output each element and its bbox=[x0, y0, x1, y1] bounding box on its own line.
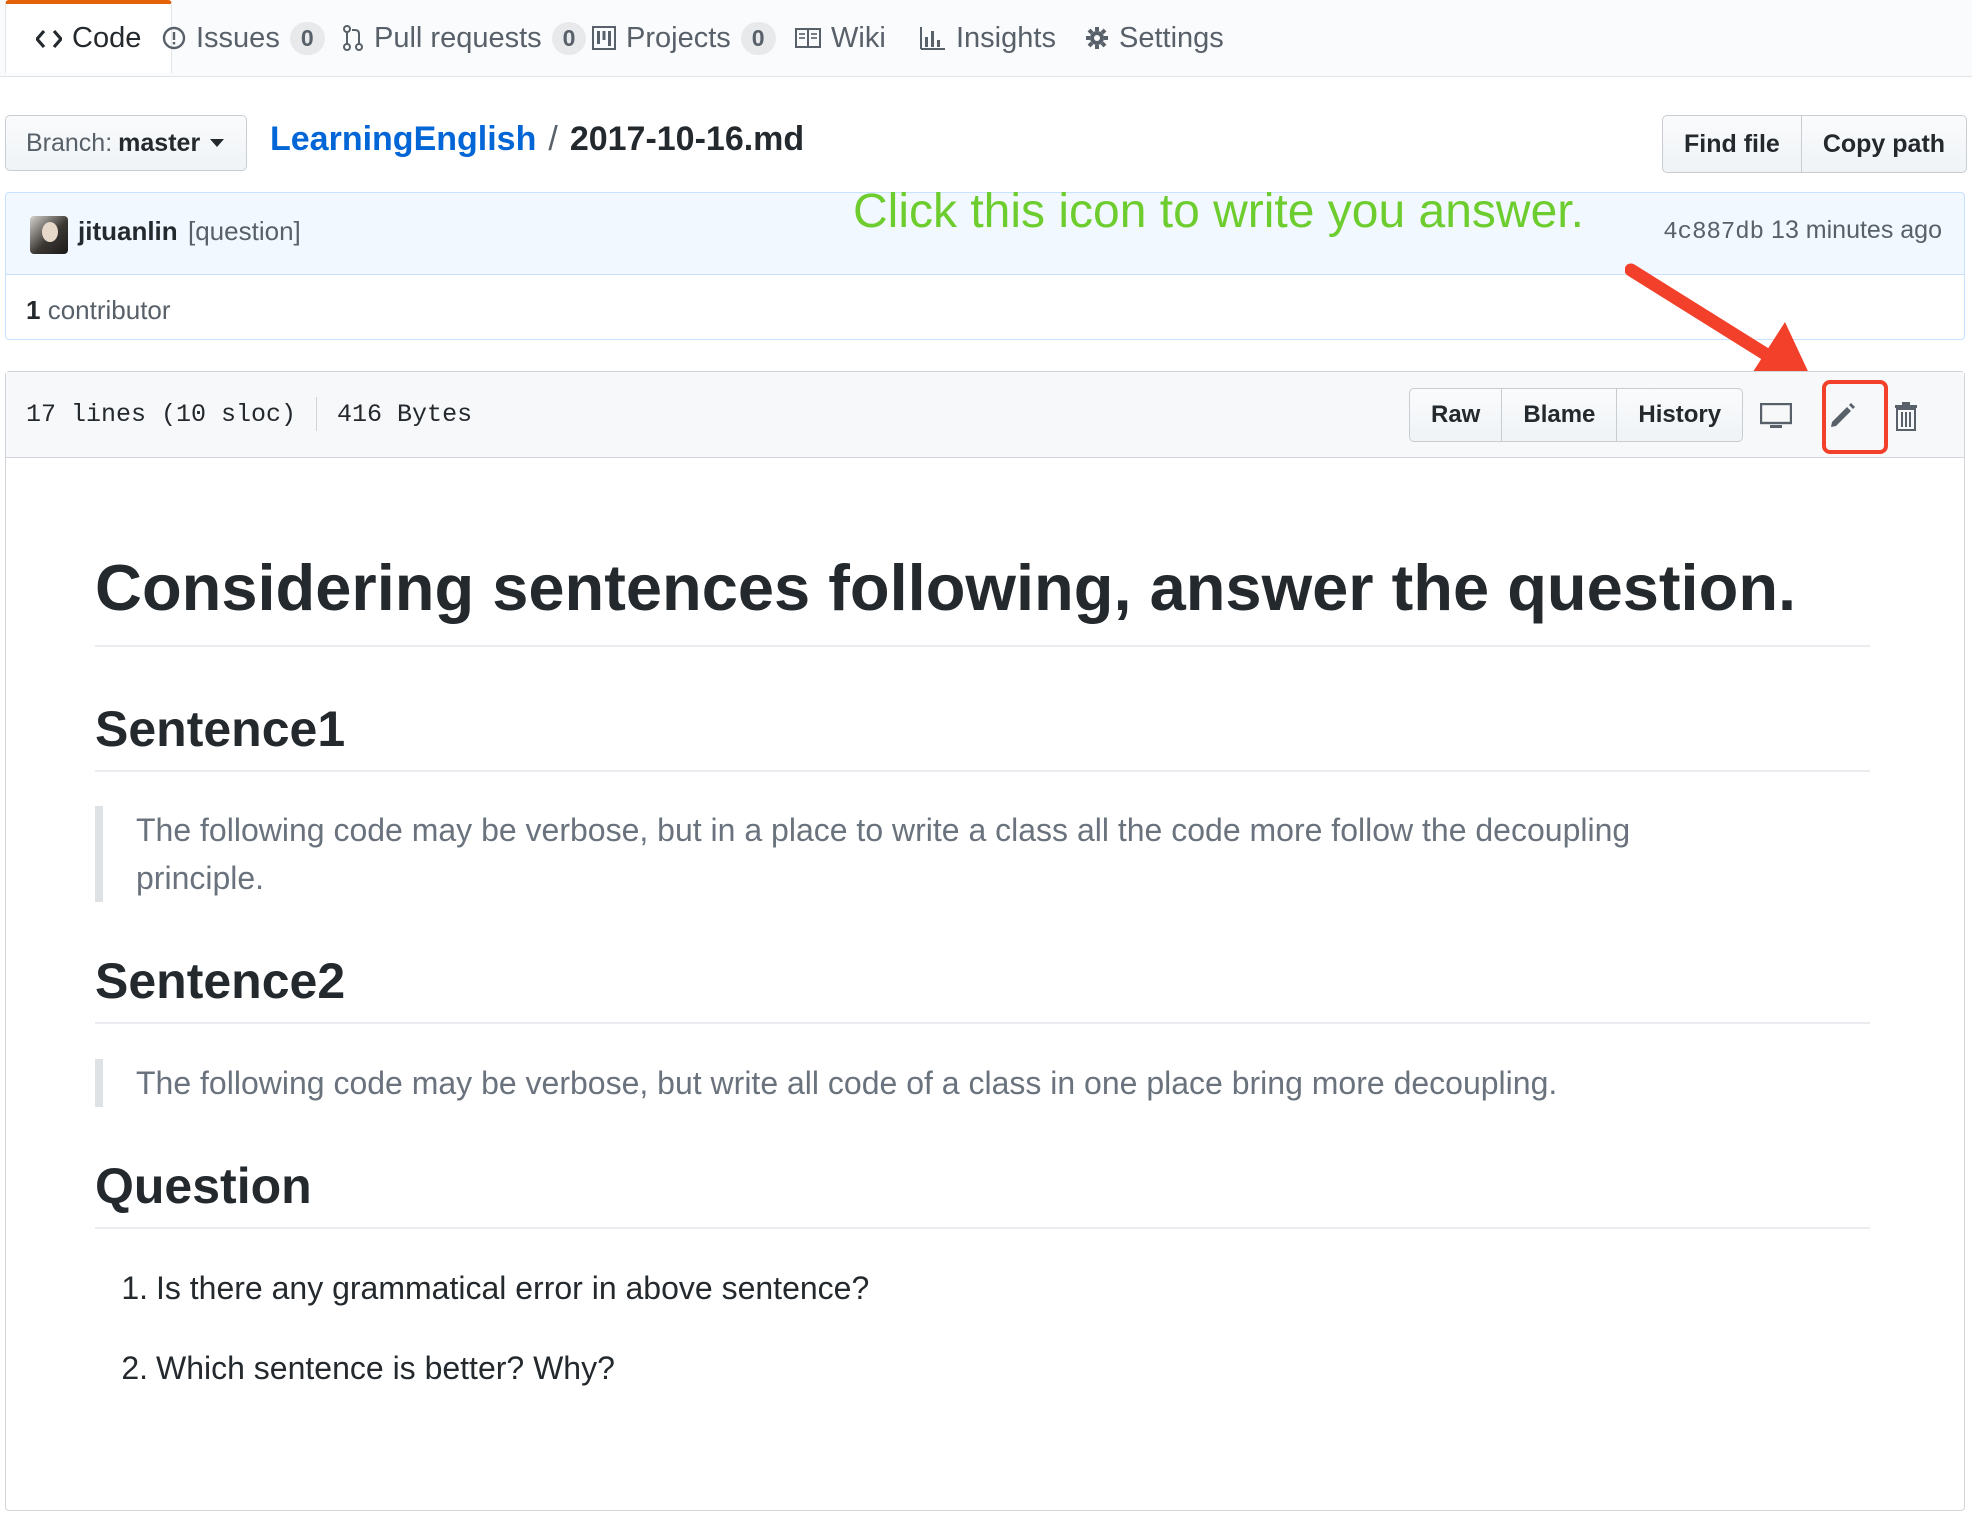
tab-wiki-label: Wiki bbox=[831, 21, 886, 54]
commit-sha-link[interactable]: 4c887db bbox=[1663, 219, 1764, 246]
commit-time: 13 minutes ago bbox=[1771, 216, 1942, 244]
project-icon bbox=[592, 26, 616, 50]
issues-counter: 0 bbox=[289, 21, 325, 55]
breadcrumb-file-name: 2017-10-16.md bbox=[569, 120, 805, 158]
sentence2-heading: Sentence2 bbox=[95, 950, 1870, 1024]
graph-icon bbox=[920, 26, 946, 50]
breadcrumb: LearningEnglish / 2017-10-16.md bbox=[270, 120, 804, 159]
tab-insights-label: Insights bbox=[956, 21, 1056, 54]
sentence2-blockquote: The following code may be verbose, but w… bbox=[95, 1059, 1795, 1107]
contributor-count: 1 bbox=[26, 295, 41, 325]
sentence1-heading: Sentence1 bbox=[95, 698, 1870, 772]
content-title: Considering sentences following, answer … bbox=[95, 548, 1870, 647]
tab-code[interactable]: Code bbox=[5, 0, 173, 73]
contributor-label: contributor bbox=[47, 295, 171, 325]
pull-request-icon bbox=[342, 24, 364, 52]
list-item-text: Is there any grammatical error in above … bbox=[156, 1270, 870, 1306]
branch-name: master bbox=[118, 128, 201, 157]
question-heading: Question bbox=[95, 1155, 1870, 1229]
commit-meta: 4c887db 13 minutes ago bbox=[1663, 216, 1942, 246]
gear-icon bbox=[1085, 26, 1109, 50]
pencil-icon-highlight bbox=[1822, 380, 1888, 454]
repo-tab-nav: Code Issues 0 Pull requests 0 Projects 0… bbox=[0, 0, 1972, 77]
tab-settings[interactable]: Settings bbox=[1085, 0, 1224, 76]
avatar[interactable] bbox=[30, 216, 68, 254]
trashcan-icon[interactable] bbox=[1886, 398, 1926, 434]
tab-pull-requests-label: Pull requests bbox=[374, 21, 542, 54]
list-item-text: Which sentence is better? Why? bbox=[156, 1350, 615, 1386]
tab-insights[interactable]: Insights bbox=[920, 0, 1056, 76]
sentence1-line1: The following code may be verbose, but i… bbox=[136, 812, 1631, 848]
copy-path-button[interactable]: Copy path bbox=[1801, 115, 1968, 173]
file-header: 17 lines (10 sloc) 416 Bytes Raw Blame H… bbox=[6, 372, 1964, 458]
sentence1-blockquote: The following code may be verbose, but i… bbox=[95, 806, 1795, 902]
code-icon bbox=[36, 28, 62, 50]
blame-button[interactable]: Blame bbox=[1502, 388, 1618, 442]
commit-message-link[interactable]: [question] bbox=[188, 216, 301, 247]
find-file-button[interactable]: Find file bbox=[1662, 115, 1802, 173]
breadcrumb-repo-link[interactable]: LearningEnglish bbox=[270, 120, 536, 158]
commit-author-link[interactable]: jituanlin bbox=[78, 216, 178, 247]
history-button[interactable]: History bbox=[1617, 388, 1744, 442]
tab-projects[interactable]: Projects 0 bbox=[592, 0, 776, 76]
breadcrumb-separator: / bbox=[548, 120, 558, 158]
annotation-text: Click this icon to write you answer. bbox=[853, 185, 1584, 238]
tab-projects-label: Projects bbox=[626, 21, 731, 54]
list-item: 1. Is there any grammatical error in abov… bbox=[112, 1266, 869, 1310]
pull-requests-counter: 0 bbox=[551, 21, 587, 55]
file-navigation-buttons: Find file Copy path bbox=[1662, 115, 1968, 173]
file-size: 416 Bytes bbox=[337, 400, 473, 429]
branch-label: Branch: bbox=[26, 128, 113, 157]
tab-code-label: Code bbox=[72, 22, 142, 54]
file-line-count: 17 lines (10 sloc) bbox=[26, 400, 297, 429]
issue-icon bbox=[162, 26, 186, 50]
tab-pull-requests[interactable]: Pull requests 0 bbox=[342, 0, 587, 76]
tab-issues[interactable]: Issues 0 bbox=[162, 0, 325, 76]
list-item-number: 1. bbox=[121, 1270, 148, 1306]
tab-wiki[interactable]: Wiki bbox=[795, 0, 886, 76]
file-action-buttons: Raw Blame History bbox=[1409, 388, 1744, 446]
file-info: 17 lines (10 sloc) 416 Bytes bbox=[26, 397, 473, 431]
desktop-icon[interactable] bbox=[1756, 398, 1796, 434]
file-box: 17 lines (10 sloc) 416 Bytes Raw Blame H… bbox=[5, 371, 1965, 1511]
projects-counter: 0 bbox=[740, 21, 776, 55]
book-icon bbox=[795, 27, 821, 49]
branch-select-button[interactable]: Branch: master bbox=[5, 115, 247, 171]
sentence1-line2: principle. bbox=[136, 860, 265, 896]
caret-down-icon bbox=[210, 139, 225, 147]
list-item: 2. Which sentence is better? Why? bbox=[112, 1346, 615, 1390]
tab-settings-label: Settings bbox=[1119, 21, 1224, 54]
sentence2-text: The following code may be verbose, but w… bbox=[136, 1065, 1558, 1101]
raw-button[interactable]: Raw bbox=[1409, 388, 1503, 442]
list-item-number: 2. bbox=[121, 1350, 148, 1386]
tab-issues-label: Issues bbox=[196, 21, 280, 54]
